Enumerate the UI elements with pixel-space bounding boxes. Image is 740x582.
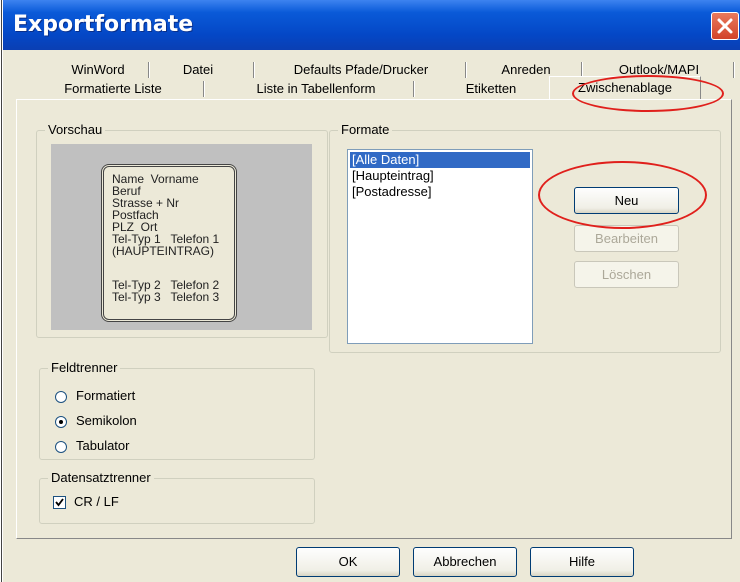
help-button[interactable]: Hilfe: [530, 547, 634, 577]
preview-area: Name Vorname Beruf Strasse + Nr Postfach…: [51, 144, 312, 330]
tab-formatted-list[interactable]: Formatierte Liste: [43, 80, 183, 98]
tab-winword[interactable]: WinWord: [53, 61, 143, 79]
field-separator-group: Feldtrenner Formatiert Semikolon Tabulat…: [39, 360, 315, 460]
edit-button[interactable]: Bearbeiten: [574, 225, 679, 252]
export-formats-dialog: Exportformate WinWord Datei Defaults Pfa…: [3, 0, 740, 582]
radio-formatted[interactable]: [55, 391, 67, 403]
crlf-label: CR / LF: [74, 494, 119, 509]
crlf-checkbox[interactable]: [53, 496, 66, 509]
field-separator-label: Feldtrenner: [48, 360, 121, 375]
list-item[interactable]: [Postadresse]: [350, 184, 434, 200]
preview-line: (HAUPTEINTRAG): [112, 244, 214, 258]
radio-tabulator[interactable]: [55, 441, 67, 453]
tab-clipboard[interactable]: Zwischenablage: [549, 76, 701, 99]
delete-button[interactable]: Löschen: [574, 261, 679, 288]
cancel-button[interactable]: Abbrechen: [413, 547, 517, 577]
ok-button[interactable]: OK: [296, 547, 400, 577]
new-button[interactable]: Neu: [574, 187, 679, 214]
window-title: Exportformate: [13, 12, 194, 37]
record-separator-group: Datensatztrenner CR / LF: [39, 470, 315, 524]
tab-panel: Vorschau Name Vorname Beruf Strasse + Nr…: [16, 99, 732, 539]
title-bar[interactable]: Exportformate: [3, 0, 740, 50]
checkmark-icon: [55, 498, 64, 507]
tab-datei[interactable]: Datei: [163, 61, 233, 79]
radio-semicolon[interactable]: [55, 416, 67, 428]
radio-label: Semikolon: [76, 413, 137, 428]
tab-labels[interactable]: Etiketten: [441, 80, 541, 98]
tab-table-list[interactable]: Liste in Tabellenform: [231, 80, 401, 98]
record-separator-label: Datensatztrenner: [48, 470, 154, 485]
list-item[interactable]: [Haupteintrag]: [350, 168, 436, 184]
radio-label: Tabulator: [76, 438, 130, 453]
tab-defaults-paths-printer[interactable]: Defaults Pfade/Drucker: [271, 61, 451, 79]
radio-label: Formatiert: [76, 388, 136, 403]
preview-line: Tel-Typ 3 Telefon 3: [112, 290, 220, 304]
list-item[interactable]: [Alle Daten]: [350, 152, 530, 168]
formats-group: Formate [Alle Daten] [Haupteintrag] [Pos…: [329, 122, 721, 353]
preview-card: Name Vorname Beruf Strasse + Nr Postfach…: [101, 164, 237, 322]
preview-label: Vorschau: [45, 122, 106, 137]
close-button[interactable]: [711, 12, 739, 40]
close-icon: [717, 18, 733, 34]
formats-label: Formate: [338, 122, 393, 137]
preview-group: Vorschau Name Vorname Beruf Strasse + Nr…: [36, 122, 328, 338]
formats-listbox[interactable]: [Alle Daten] [Haupteintrag] [Postadresse…: [347, 149, 533, 344]
